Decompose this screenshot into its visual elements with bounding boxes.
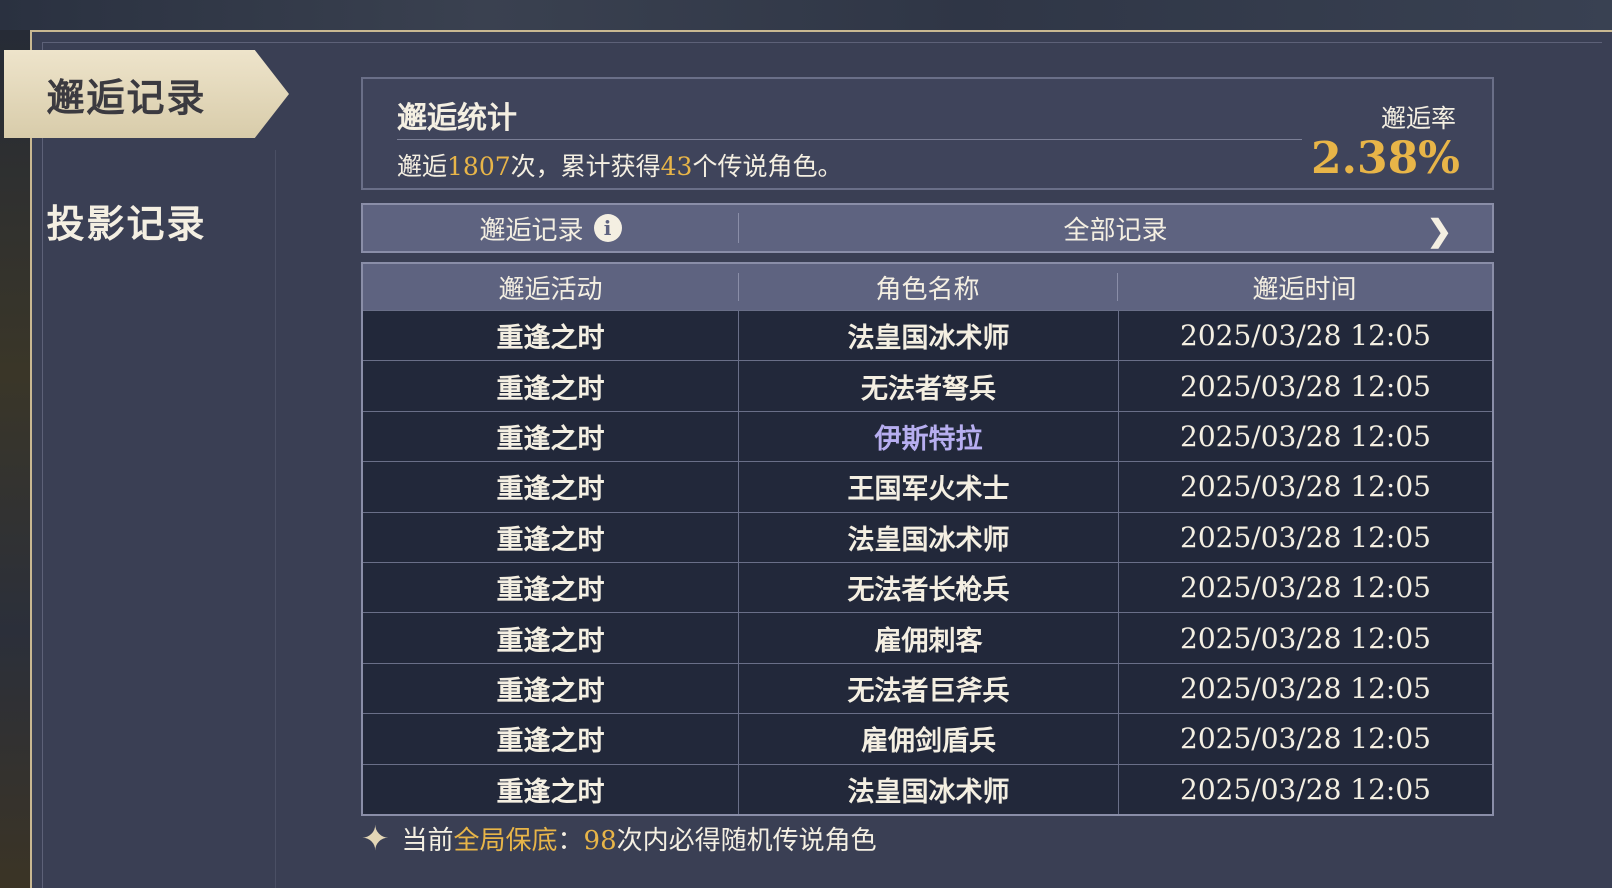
pity-count: 98 (583, 826, 617, 856)
record-filter-bar: 邂逅记录 i 全部记录 ❯ (361, 203, 1494, 253)
tab-encounter-record[interactable]: 邂逅记录 (4, 50, 289, 138)
cell-time: 2025/03/28 12:05 (1180, 772, 1431, 806)
table-row: 重逢之时 无法者巨斧兵 2025/03/28 12:05 (363, 662, 1492, 714)
header-time: 邂逅时间 (1117, 264, 1492, 310)
pity-note: ✦ 当前全局保底：98次内必得随机传说角色 (361, 820, 877, 857)
table-row: 重逢之时 雇佣剑盾兵 2025/03/28 12:05 (363, 713, 1492, 764)
cell-activity: 重逢之时 (363, 411, 739, 462)
stats-desc-suffix: 个传说角色。 (692, 152, 843, 181)
cell-character-name: 雇佣刺客 (739, 613, 1119, 663)
cell-activity: 重逢之时 (363, 512, 739, 562)
cell-character-name: 伊斯特拉 (739, 411, 1119, 462)
cell-time: 2025/03/28 12:05 (1180, 671, 1431, 705)
header-activity: 邂逅活动 (498, 274, 603, 305)
filter-selector[interactable]: 全部记录 ❯ (739, 205, 1492, 251)
sparkle-icon: ✦ (361, 818, 390, 859)
cell-time: 2025/03/28 12:05 (1180, 419, 1431, 453)
cell-time: 2025/03/28 12:05 (1180, 319, 1431, 353)
rate-label: 邂逅率 (1380, 104, 1456, 133)
cell-time: 2025/03/28 12:05 (1180, 369, 1431, 403)
cell-character-name: 法皇国冰术师 (739, 764, 1119, 814)
cell-activity: 重逢之时 (363, 361, 739, 411)
cell-character-name: 雇佣剑盾兵 (739, 714, 1119, 764)
pity-colon: ： (557, 826, 584, 856)
cell-time: 2025/03/28 12:05 (1180, 520, 1431, 554)
record-table: 邂逅活动 角色名称 邂逅时间 重逢之时 法皇国冰术师 2025/03/28 12:0… (361, 262, 1494, 816)
stats-description: 邂逅1807次，累计获得43个传说角色。 (397, 147, 842, 183)
record-bar-left: 邂逅记录 i (363, 213, 739, 246)
tab-label: 邂逅记录 (46, 74, 207, 120)
cell-activity: 重逢之时 (363, 562, 739, 613)
cell-time: 2025/03/28 12:05 (1180, 621, 1431, 655)
cell-activity: 重逢之时 (363, 714, 739, 764)
legend-count: 43 (660, 152, 693, 181)
table-row: 重逢之时 法皇国冰术师 2025/03/28 12:05 (363, 511, 1492, 562)
table-header: 邂逅活动 角色名称 邂逅时间 (363, 264, 1492, 310)
rate-value: 2.38% (1311, 133, 1460, 184)
cell-activity: 重逢之时 (363, 462, 739, 512)
background-game-ui-left (0, 30, 30, 888)
cell-character-name: 无法者长枪兵 (739, 562, 1119, 613)
table-row: 重逢之时 无法者长枪兵 2025/03/28 12:05 (363, 561, 1492, 613)
header-name: 角色名称 (738, 264, 1117, 310)
table-row: 重逢之时 法皇国冰术师 2025/03/28 12:05 (363, 310, 1492, 361)
chevron-right-icon[interactable]: ❯ (1427, 214, 1452, 249)
cell-time: 2025/03/28 12:05 (1180, 571, 1431, 605)
cell-character-name: 法皇国冰术师 (739, 311, 1119, 361)
info-icon[interactable]: i (593, 214, 622, 242)
cell-character-name: 法皇国冰术师 (739, 512, 1119, 562)
stats-divider (397, 139, 1302, 140)
filter-label: 全部记录 (1063, 215, 1168, 246)
pity-prefix: 当前 (401, 826, 454, 856)
cell-time: 2025/03/28 12:05 (1180, 722, 1431, 756)
cell-character-name: 王国军火术士 (739, 462, 1119, 512)
stats-desc-mid: 次，累计获得 (510, 152, 661, 181)
table-row: 重逢之时 无法者弩兵 2025/03/28 12:05 (363, 360, 1492, 411)
background-game-ui (0, 0, 1612, 30)
table-body: 重逢之时 法皇国冰术师 2025/03/28 12:05 重逢之时 无法者弩兵 2025/… (363, 310, 1492, 814)
tab-label: 投影记录 (46, 200, 207, 246)
cell-activity: 重逢之时 (363, 311, 739, 361)
stats-desc-prefix: 邂逅 (397, 152, 448, 181)
total-count: 1807 (447, 152, 511, 181)
cell-activity: 重逢之时 (363, 613, 739, 663)
table-row: 重逢之时 法皇国冰术师 2025/03/28 12:05 (363, 763, 1492, 814)
pity-suffix: 次内必得随机传说角色 (616, 826, 877, 856)
cell-activity: 重逢之时 (363, 663, 739, 714)
encounter-stats-box: 邂逅统计 邂逅1807次，累计获得43个传说角色。 邂逅率 2.38% (361, 77, 1494, 190)
table-row: 重逢之时 伊斯特拉 2025/03/28 12:05 (363, 410, 1492, 462)
cell-activity: 重逢之时 (363, 764, 739, 814)
tab-projection-record[interactable]: 投影记录 (4, 176, 289, 264)
record-bar-label: 邂逅记录 (479, 215, 584, 246)
table-row: 重逢之时 雇佣刺客 2025/03/28 12:05 (363, 612, 1492, 663)
cell-character-name: 无法者巨斧兵 (739, 663, 1119, 714)
cell-character-name: 无法者弩兵 (739, 361, 1119, 411)
pity-text: 当前全局保底：98次内必得随机传说角色 (402, 820, 877, 857)
pity-highlight: 全局保底 (453, 826, 558, 856)
table-row: 重逢之时 王国军火术士 2025/03/28 12:05 (363, 461, 1492, 512)
stats-title: 邂逅统计 (397, 101, 517, 136)
cell-time: 2025/03/28 12:05 (1180, 470, 1431, 504)
